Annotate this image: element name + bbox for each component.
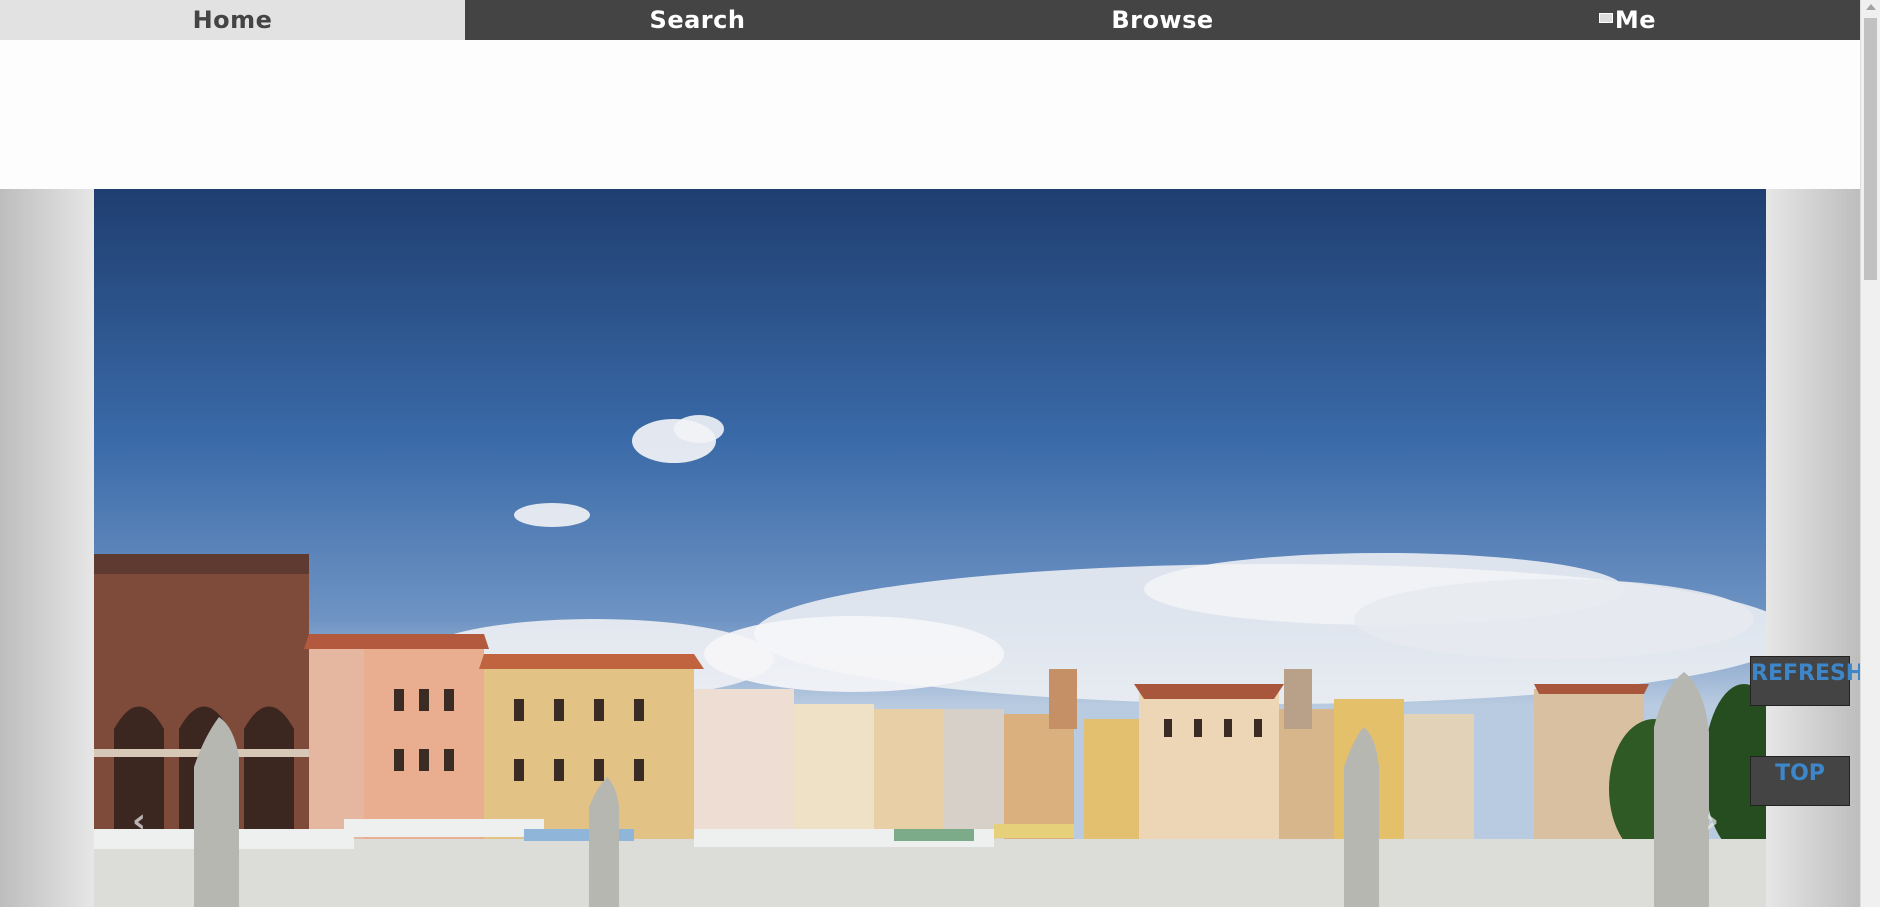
nav-item-me[interactable]: Me <box>1395 0 1860 40</box>
top-navigation: Home Search Browse Me <box>0 0 1860 40</box>
chevron-left-icon[interactable]: ‹ <box>132 801 146 841</box>
gallery-photo <box>94 189 1766 907</box>
chevron-right-icon[interactable]: › <box>1705 801 1719 841</box>
scroll-up-arrow-icon[interactable] <box>1866 4 1876 10</box>
nav-search-label: Search <box>649 6 746 34</box>
top-button[interactable]: TOP <box>1750 756 1850 806</box>
padua-square-photo <box>94 189 1766 907</box>
mail-icon <box>1598 13 1613 23</box>
nav-browse-label: Browse <box>1111 6 1214 34</box>
nav-item-browse[interactable]: Browse <box>930 0 1395 40</box>
nav-home-label: Home <box>192 6 273 34</box>
scrollbar-thumb[interactable] <box>1864 18 1877 280</box>
nav-me-label: Me <box>1614 6 1657 34</box>
nav-item-search[interactable]: Search <box>465 0 930 40</box>
header-blank-area <box>0 40 1860 189</box>
refresh-button[interactable]: REFRESH <box>1750 656 1864 706</box>
nav-item-home[interactable]: Home <box>0 0 465 40</box>
photo-gallery: ‹ › <box>0 189 1860 907</box>
page-scrollbar[interactable] <box>1860 0 1880 907</box>
